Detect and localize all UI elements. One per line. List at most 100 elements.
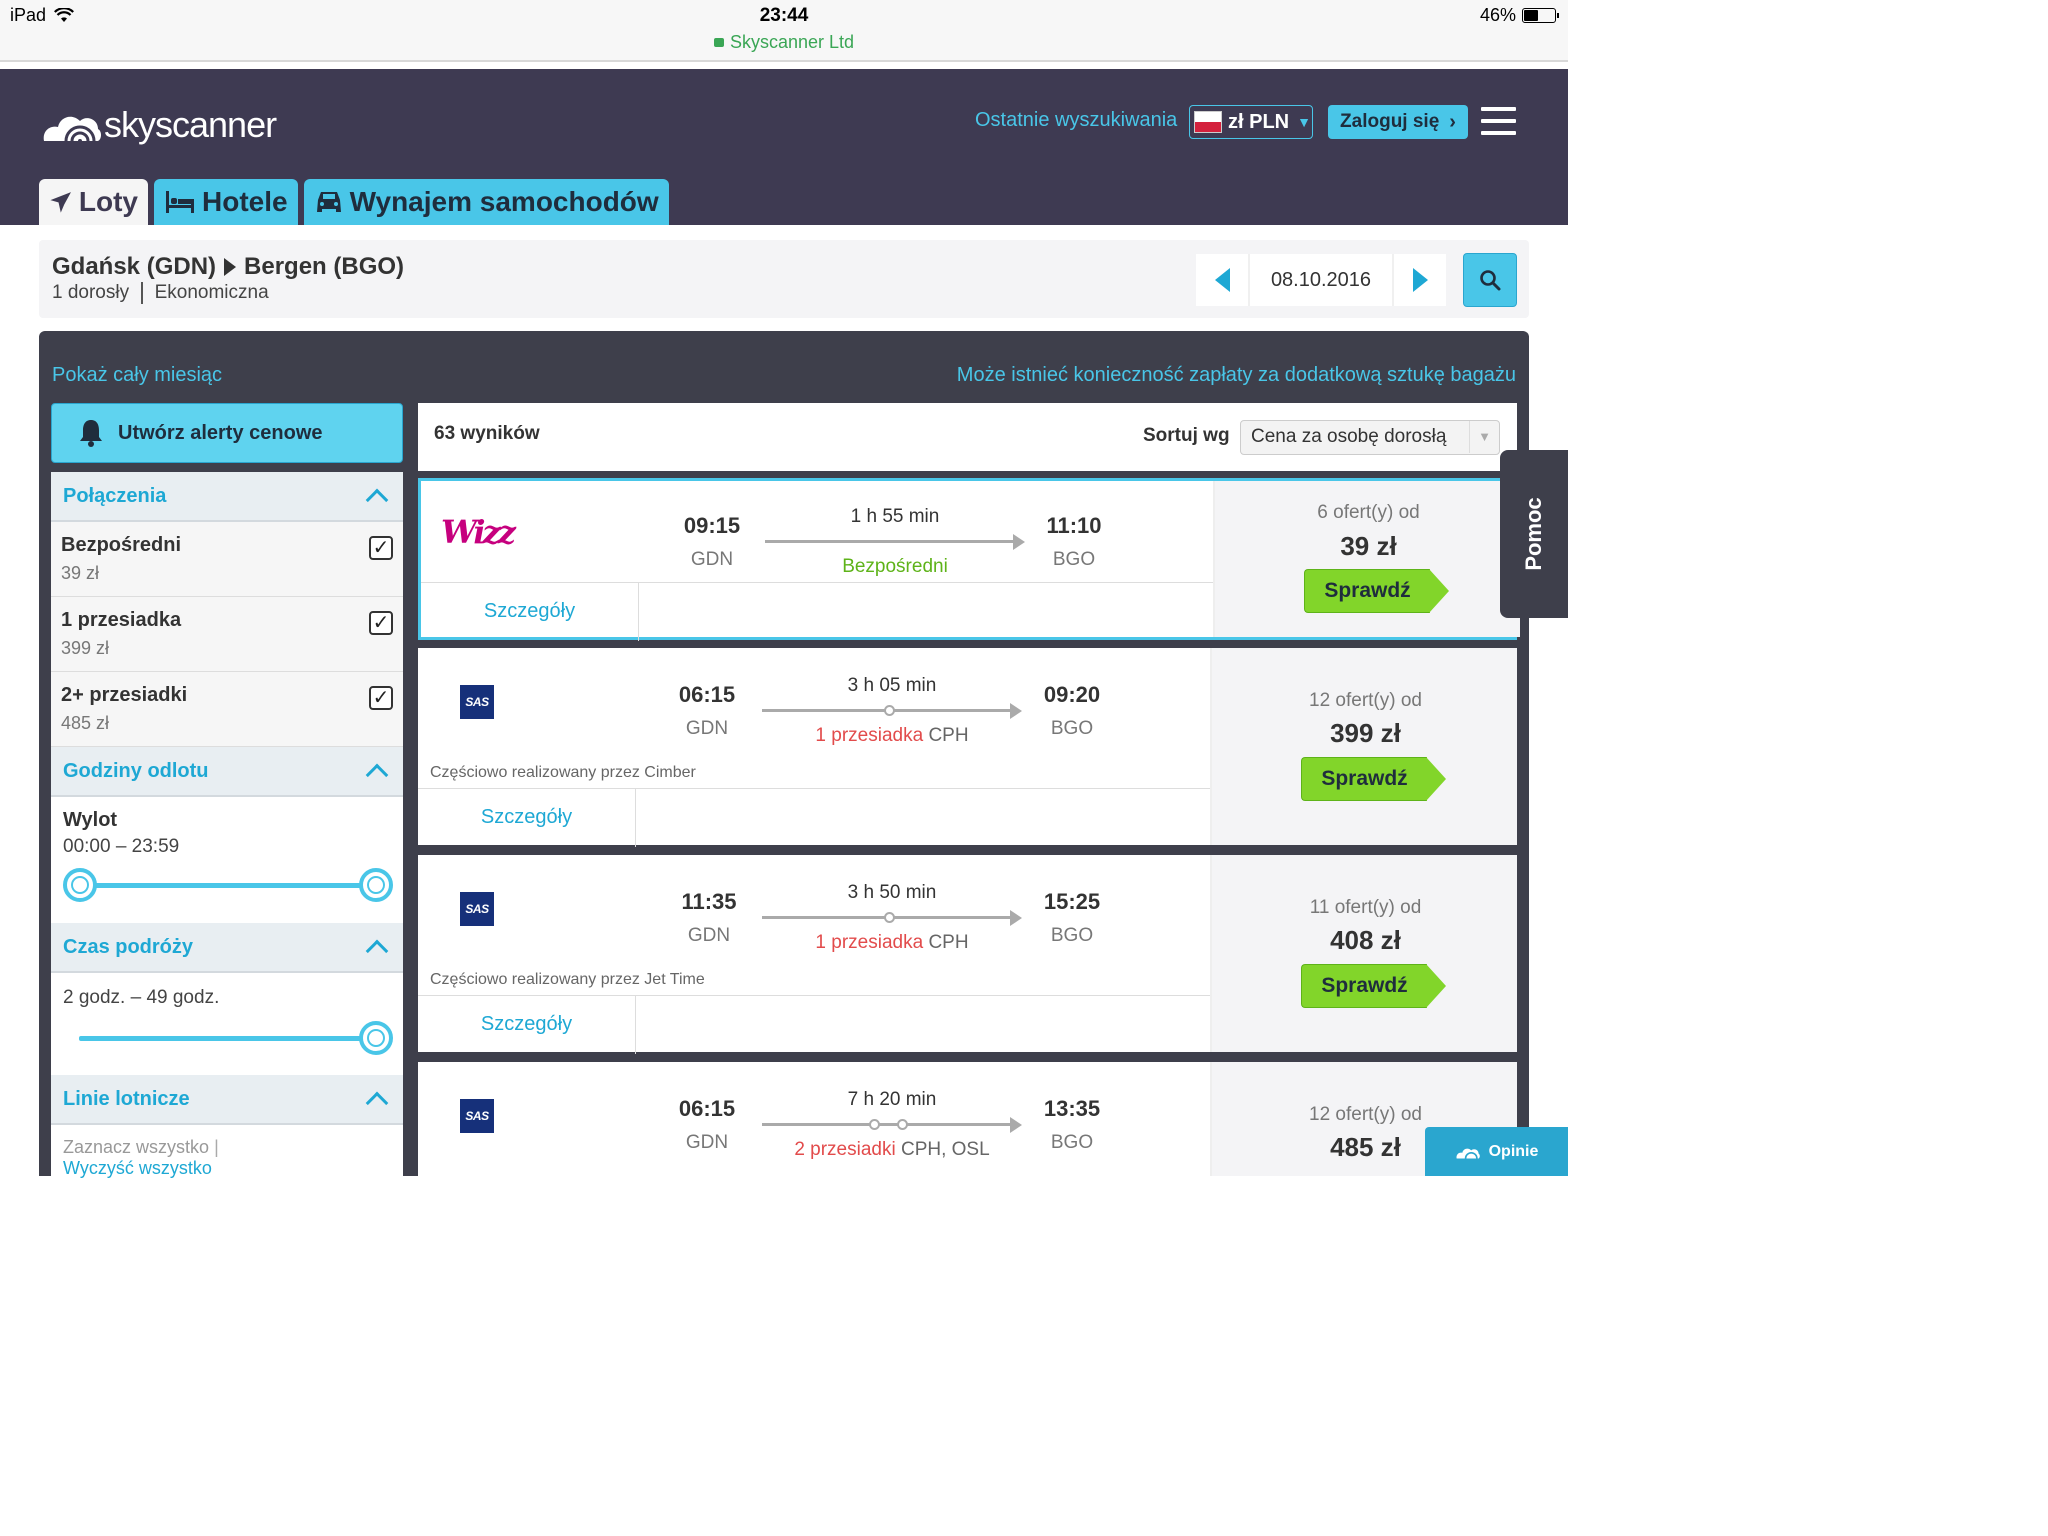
clock: 23:44 xyxy=(759,5,809,26)
arrival-airport: BGO xyxy=(1050,718,1094,739)
dropdown-arrow-icon: ▼ xyxy=(1469,421,1499,453)
route-arrow-icon xyxy=(224,258,237,276)
sort-select[interactable]: Cena za osobę dorosłą ▼ xyxy=(1240,420,1500,455)
flight-duration: 1 h 55 min xyxy=(850,506,940,527)
departure-slider-min-handle[interactable] xyxy=(63,868,97,902)
product-tabs: Loty Hotele Wynajem samochodów xyxy=(39,179,669,225)
skyscanner-cloud-icon xyxy=(43,116,101,143)
search-button[interactable] xyxy=(1463,253,1517,307)
flight-duration: 7 h 20 min xyxy=(847,1089,937,1110)
site-identity: Skyscanner Ltd xyxy=(0,32,1568,53)
result-card[interactable]: Wizz 09:15 GDN 1 h 55 min Bezpośredni 11… xyxy=(418,478,1520,641)
feedback-button[interactable]: Opinie xyxy=(1425,1127,1568,1176)
check-button[interactable]: Sprawdź xyxy=(1304,569,1450,613)
stops-info: 1 przesiadka CPH xyxy=(815,725,969,746)
sas-logo: SAS xyxy=(460,685,494,719)
filter-direct[interactable]: Bezpośredni 39 zł ✓ xyxy=(51,522,403,597)
arrival-time: 13:35 xyxy=(1043,1096,1101,1121)
offers-count: 6 ofert(y) od xyxy=(1317,502,1420,523)
duration-slider-track[interactable] xyxy=(79,1036,375,1041)
stops-info: 2 przesiadki CPH, OSL xyxy=(794,1139,990,1160)
arrow-left-icon xyxy=(1214,268,1230,292)
battery-percent: 46% xyxy=(1479,5,1516,25)
lock-icon xyxy=(713,38,724,47)
arrival-time: 11:10 xyxy=(1046,513,1102,538)
arrival-airport: BGO xyxy=(1050,925,1094,946)
battery-icon xyxy=(1522,8,1559,23)
result-card[interactable]: SAS 06:15 GDN 7 h 20 min 2 przesiadki CP… xyxy=(418,1062,1517,1176)
stops-info: 1 przesiadka CPH xyxy=(815,932,969,953)
departure-times-filter-header[interactable]: Godziny odlotu xyxy=(51,747,403,797)
tab-car-hire[interactable]: Wynajem samochodów xyxy=(303,179,669,225)
airlines-filter-header[interactable]: Linie lotnicze xyxy=(51,1075,403,1125)
tab-hotels[interactable]: Hotele xyxy=(154,179,298,225)
menu-icon[interactable] xyxy=(1481,107,1516,135)
departure-slider-max-handle[interactable] xyxy=(359,868,393,902)
details-link[interactable]: Szczegóły xyxy=(418,789,636,847)
recent-searches-link[interactable]: Ostatnie wyszukiwania xyxy=(975,109,1177,132)
plane-icon xyxy=(50,192,71,213)
sort-label: Sortuj wg xyxy=(1143,425,1230,446)
departure-time: 11:35 xyxy=(681,889,737,914)
site-header: skyscanner Ostatnie wyszukiwania zł PLN … xyxy=(0,69,1568,225)
login-button[interactable]: Zaloguj się › xyxy=(1328,105,1468,139)
arrival-airport: BGO xyxy=(1052,549,1096,570)
results-count: 63 wyników xyxy=(434,423,540,444)
departure-time: 06:15 xyxy=(678,1096,736,1121)
operated-by-note: Częściowo realizowany przez Cimber xyxy=(430,764,696,781)
duration-slider-handle[interactable] xyxy=(359,1021,393,1055)
baggage-notice-link[interactable]: Może istnieć konieczność zapłaty za doda… xyxy=(957,364,1516,387)
departure-time: 06:15 xyxy=(678,682,736,707)
chevron-up-icon xyxy=(365,763,389,787)
check-button[interactable]: Sprawdź xyxy=(1301,757,1447,801)
two-plus-stops-checkbox[interactable]: ✓ xyxy=(369,686,393,710)
connections-filter-header[interactable]: Połączenia xyxy=(51,472,403,522)
filter-one-stop[interactable]: 1 przesiadka 399 zł ✓ xyxy=(51,597,403,672)
offers-count: 11 ofert(y) od xyxy=(1309,897,1422,918)
previous-day-button[interactable] xyxy=(1196,254,1248,306)
one-stop-checkbox[interactable]: ✓ xyxy=(369,611,393,635)
tab-flights[interactable]: Loty xyxy=(39,179,148,225)
departure-airport: GDN xyxy=(685,1132,729,1153)
arrow-right-icon xyxy=(1412,268,1428,292)
stop-marker xyxy=(884,705,895,716)
price-alert-button[interactable]: Utwórz alerty cenowe xyxy=(51,403,403,463)
search-icon xyxy=(1480,270,1501,291)
journey-duration-filter-header[interactable]: Czas podróży xyxy=(51,923,403,973)
departure-slider-track[interactable] xyxy=(79,883,375,888)
currency-selector[interactable]: zł PLN ▼ xyxy=(1189,105,1313,139)
departure-time: 09:15 xyxy=(683,513,741,538)
flight-duration: 3 h 05 min xyxy=(847,675,937,696)
selected-date[interactable]: 08.10.2016 xyxy=(1248,254,1394,306)
stop-marker xyxy=(897,1119,908,1130)
details-link[interactable]: Szczegóły xyxy=(418,996,636,1054)
route-line xyxy=(762,910,1022,926)
skyscanner-logo[interactable]: skyscanner xyxy=(40,104,277,146)
result-card[interactable]: SAS 06:15 GDN 3 h 05 min 1 przesiadka CP… xyxy=(418,648,1517,847)
arrival-airport: BGO xyxy=(1050,1132,1094,1153)
search-meta: 1 dorosły Ekonomiczna xyxy=(52,282,269,304)
departure-airport: GDN xyxy=(687,925,731,946)
next-day-button[interactable] xyxy=(1394,254,1446,306)
details-link[interactable]: Szczegóły xyxy=(421,583,639,641)
result-card[interactable]: SAS 11:35 GDN 3 h 50 min 1 przesiadka CP… xyxy=(418,855,1517,1054)
sas-logo: SAS xyxy=(460,1099,494,1133)
duration-range-value: 2 godz. – 49 godz. xyxy=(63,987,220,1008)
check-button[interactable]: Sprawdź xyxy=(1301,964,1447,1008)
show-whole-month-link[interactable]: Pokaż cały miesiąc xyxy=(52,364,222,387)
skyscanner-cloud-icon xyxy=(1456,1148,1480,1159)
arrival-time: 15:25 xyxy=(1043,889,1101,914)
offers-count: 12 ofert(y) od xyxy=(1309,1104,1422,1125)
help-tab[interactable]: Pomoc xyxy=(1500,450,1568,618)
price: 399 zł xyxy=(1330,718,1401,748)
journey-duration-filter: 2 godz. – 49 godz. xyxy=(51,973,403,1075)
departure-airport: GDN xyxy=(685,718,729,739)
select-all-link[interactable]: Zaznacz wszystko xyxy=(63,1137,209,1157)
direct-checkbox[interactable]: ✓ xyxy=(369,536,393,560)
filter-two-plus-stops[interactable]: 2+ przesiadki 485 zł ✓ xyxy=(51,672,403,747)
clear-all-link[interactable]: Wyczyść wszystko xyxy=(63,1158,391,1179)
departure-airport: GDN xyxy=(690,549,734,570)
ios-status-bar: iPad 23:44 Skyscanner Ltd 46% xyxy=(0,0,1568,62)
caret-down-icon: ▼ xyxy=(1297,114,1311,130)
arrival-time: 09:20 xyxy=(1043,682,1101,707)
